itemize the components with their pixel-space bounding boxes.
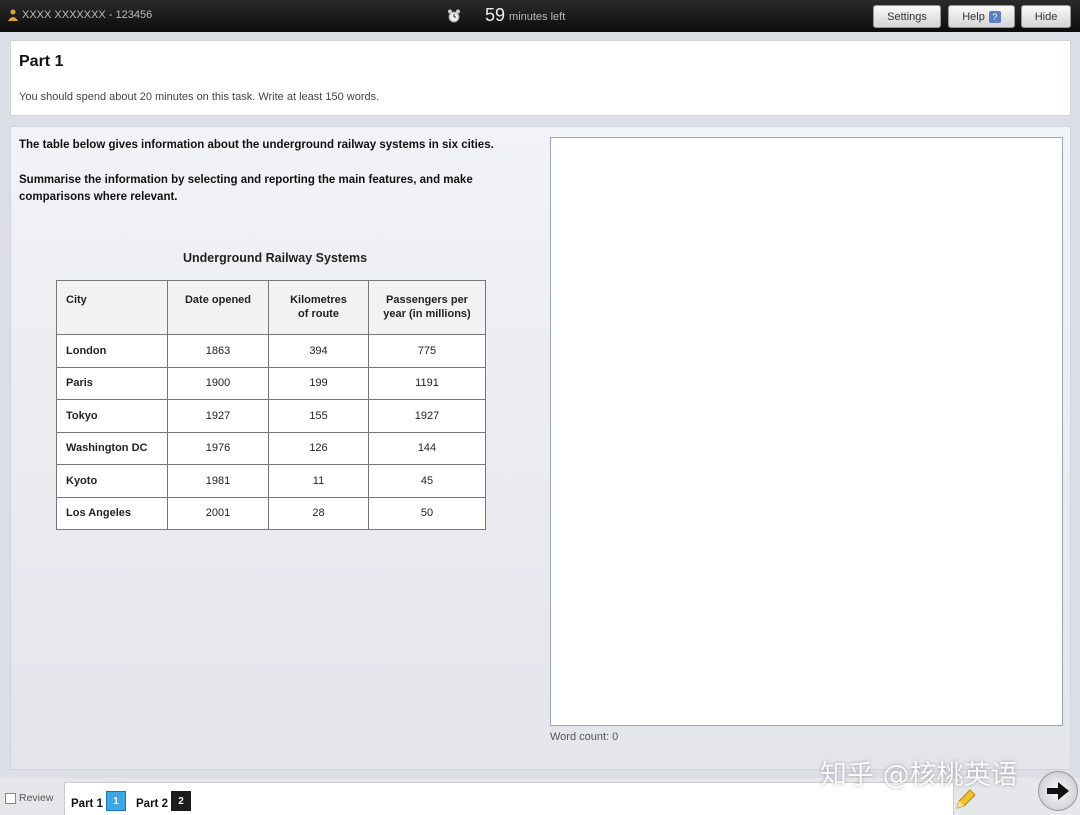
- table-header-cell: Date opened: [167, 280, 269, 335]
- table-cell: Los Angeles: [56, 496, 168, 530]
- word-count: Word count: 0: [550, 731, 619, 743]
- part-1-label: Part 1: [71, 798, 103, 810]
- table-cell: 50: [368, 496, 486, 530]
- railway-table: City Date opened Kilometres of route Pas…: [56, 280, 486, 530]
- table-header-cell: Passengers per year (in millions): [368, 280, 486, 335]
- table-header-row: City Date opened Kilometres of route Pas…: [56, 280, 486, 335]
- review-label: Review: [19, 792, 54, 804]
- table-cell: 28: [268, 496, 369, 530]
- table-cell: 1863: [167, 334, 269, 368]
- watermark: 知乎 @核桃英语: [820, 760, 1018, 791]
- table-cell: 2001: [167, 496, 269, 530]
- table-cell: 199: [268, 366, 369, 400]
- table-cell: 144: [368, 431, 486, 465]
- header-text: Passengers per year (in millions): [383, 294, 471, 320]
- task-prompt: The table below gives information about …: [19, 137, 519, 206]
- hide-button[interactable]: Hide: [1021, 5, 1071, 28]
- table-cell: 11: [268, 464, 369, 498]
- prompt-line-1: The table below gives information about …: [19, 139, 494, 151]
- table-row: Tokyo 1927 155 1927: [56, 399, 486, 433]
- candidate-label: XXXX XXXXXXX - 123456: [22, 9, 153, 21]
- table-title: Underground Railway Systems: [183, 251, 368, 265]
- table-header-cell: Kilometres of route: [268, 280, 369, 335]
- table-cell: 126: [268, 431, 369, 465]
- candidate-info: XXXX XXXXXXX - 123456: [8, 9, 152, 21]
- table-cell: 775: [368, 334, 486, 368]
- help-label: Help: [962, 10, 985, 23]
- part-2-badge[interactable]: 2: [170, 791, 191, 811]
- header-text: Kilometres of route: [290, 294, 347, 320]
- top-bar: XXXX XXXXXXX - 123456 59 minutes left Se…: [0, 0, 1080, 32]
- task-panel: The table below gives information about …: [10, 126, 1071, 770]
- table-row: Washington DC 1976 126 144: [56, 431, 486, 465]
- table-row: London 1863 394 775: [56, 334, 486, 368]
- table-cell: 1191: [368, 366, 486, 400]
- table-cell: 1976: [167, 431, 269, 465]
- person-icon: [8, 9, 18, 21]
- page-title: Part 1: [19, 53, 64, 70]
- table-header-cell: City: [56, 280, 168, 335]
- table-cell: 1927: [368, 399, 486, 433]
- tab-part-1[interactable]: Part 1 1: [71, 791, 126, 811]
- review-checkbox[interactable]: [5, 792, 16, 804]
- table-cell: Tokyo: [56, 399, 168, 433]
- task-header: Part 1 You should spend about 20 minutes…: [10, 40, 1071, 116]
- timer: 59 minutes left: [447, 5, 565, 26]
- help-button[interactable]: Help ?: [948, 5, 1015, 28]
- answer-textarea[interactable]: [550, 137, 1063, 726]
- tab-part-2[interactable]: Part 2 2: [136, 791, 191, 811]
- table-cell: 1900: [167, 366, 269, 400]
- part-2-label: Part 2: [136, 798, 168, 810]
- review-toggle[interactable]: Review: [5, 792, 53, 804]
- table-cell: Paris: [56, 366, 168, 400]
- alarm-clock-icon: [448, 9, 460, 22]
- table-cell: 45: [368, 464, 486, 498]
- timer-label: minutes left: [509, 11, 566, 23]
- task-instruction: You should spend about 20 minutes on thi…: [19, 91, 380, 103]
- table-cell: London: [56, 334, 168, 368]
- part-1-badge[interactable]: 1: [105, 791, 126, 811]
- table-cell: 1927: [167, 399, 269, 433]
- table-cell: 155: [268, 399, 369, 433]
- hide-label: Hide: [1034, 10, 1058, 23]
- prompt-line-2: Summarise the information by selecting a…: [19, 174, 473, 203]
- table-row: Los Angeles 2001 28 50: [56, 496, 486, 530]
- table-cell: Washington DC: [56, 431, 168, 465]
- table-cell: Kyoto: [56, 464, 168, 498]
- arrow-right-icon: [1047, 782, 1069, 800]
- table-row: Kyoto 1981 11 45: [56, 464, 486, 498]
- settings-label: Settings: [887, 10, 927, 23]
- table-row: Paris 1900 199 1191: [56, 366, 486, 400]
- timer-minutes: 59: [485, 5, 506, 25]
- settings-button[interactable]: Settings: [873, 5, 941, 28]
- help-icon: ?: [988, 10, 1001, 23]
- table-cell: 1981: [167, 464, 269, 498]
- next-button[interactable]: [1038, 771, 1078, 811]
- table-cell: 394: [268, 334, 369, 368]
